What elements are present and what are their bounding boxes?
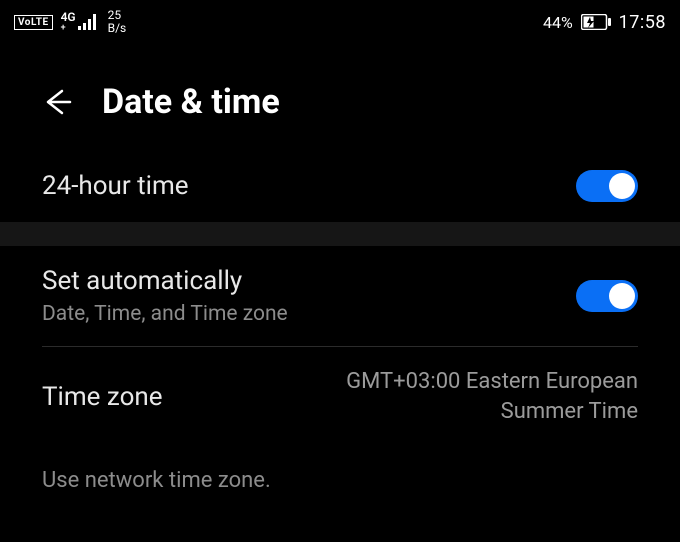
toggle-24-hour[interactable] (576, 170, 638, 202)
battery-percent: 44% (543, 13, 573, 32)
network-sub: + (61, 23, 76, 33)
status-left: VoLTE 4G + 25 B/s (14, 9, 126, 35)
row-tz-label: Time zone (42, 382, 298, 412)
header: Date & time (0, 44, 680, 150)
status-right: 44% 17:58 (543, 12, 666, 33)
row-auto-label: Set automatically (42, 266, 576, 296)
back-arrow-icon (40, 85, 74, 119)
note-use-network-tz: Use network time zone. (0, 446, 680, 493)
section-gap (0, 222, 680, 246)
row-auto-sub: Date, Time, and Time zone (42, 302, 576, 326)
row-time-zone[interactable]: Time zone GMT+03:00 Eastern European Sum… (0, 347, 680, 446)
volte-badge: VoLTE (14, 15, 53, 30)
battery-icon (581, 14, 611, 30)
network-indicator: 4G + (61, 11, 98, 33)
signal-icon (78, 14, 98, 30)
status-clock: 17:58 (619, 12, 666, 33)
data-speed-unit: B/s (108, 22, 127, 35)
data-speed: 25 B/s (108, 9, 127, 35)
row-24-hour-time[interactable]: 24-hour time (0, 150, 680, 222)
status-bar: VoLTE 4G + 25 B/s 44% 17:58 (0, 0, 680, 44)
row-tz-value: GMT+03:00 Eastern European Summer Time (298, 367, 638, 426)
row-set-automatically[interactable]: Set automatically Date, Time, and Time z… (0, 246, 680, 346)
network-label: 4G (61, 11, 76, 23)
back-button[interactable] (40, 85, 74, 119)
toggle-set-automatically[interactable] (576, 280, 638, 312)
page-title: Date & time (102, 82, 280, 122)
row-24-hour-label: 24-hour time (42, 171, 576, 201)
